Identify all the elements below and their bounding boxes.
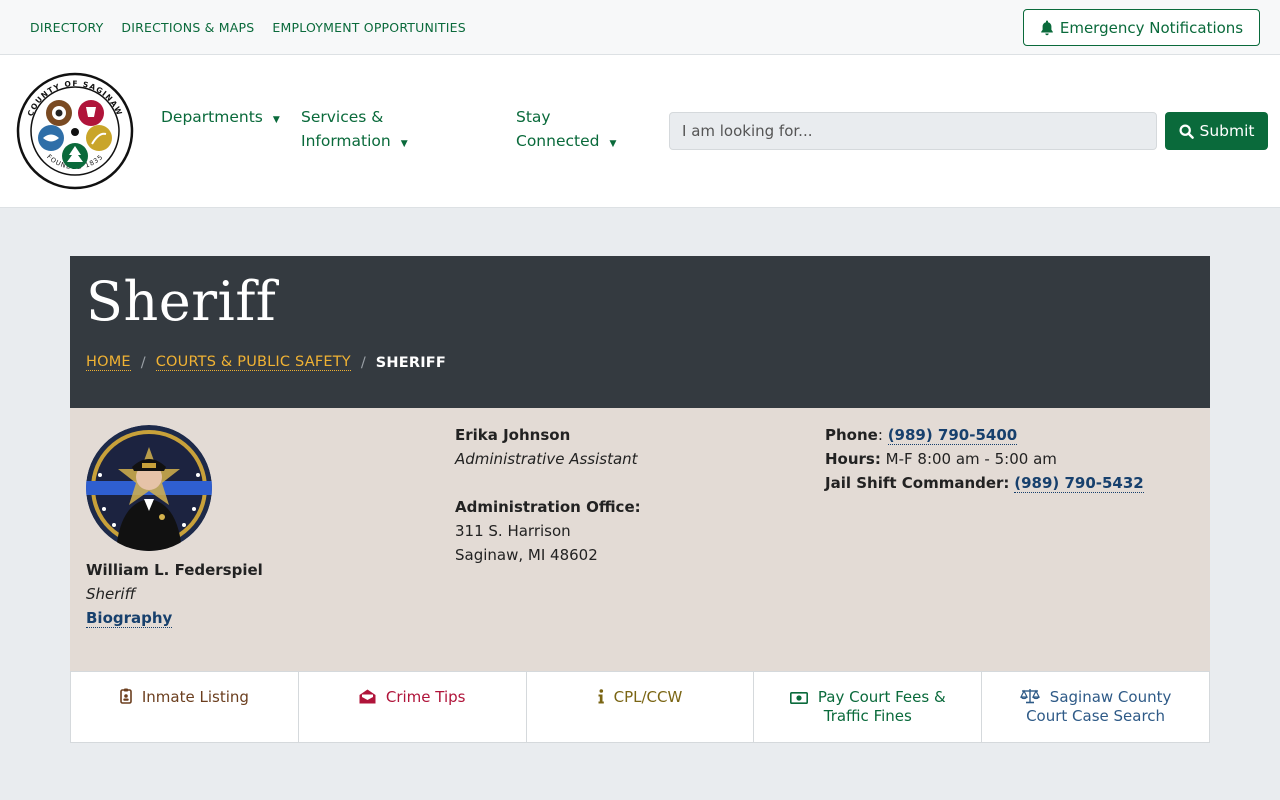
quick-links: Inmate Listing Crime Tips CPL/CCW Pay Co… <box>70 671 1210 743</box>
site-header: COUNTY OF SAGINAW FOUNDED 1835 Departmen… <box>0 55 1280 208</box>
sheriff-photo <box>86 425 212 551</box>
search-input[interactable] <box>669 112 1157 150</box>
employment-link[interactable]: EMPLOYMENT OPPORTUNITIES <box>272 20 465 35</box>
breadcrumb-courts-public-safety[interactable]: COURTS & PUBLIC SAFETY <box>155 354 351 371</box>
tile-court-case-search-label-line2: Court Case Search <box>1026 707 1166 725</box>
bell-icon <box>1041 20 1053 35</box>
emergency-label: Emergency Notifications <box>1059 18 1244 37</box>
tile-pay-court-fees-label-line2: Traffic Fines <box>823 707 912 725</box>
nav-services-line2: Information <box>301 132 391 150</box>
department-info-panel: William L. Federspiel Sheriff Biography … <box>70 408 1210 672</box>
directions-maps-link[interactable]: DIRECTIONS & MAPS <box>121 20 254 35</box>
submit-label: Submit <box>1199 122 1255 140</box>
phone-row: Phone: (989) 790-5400 <box>825 423 1018 447</box>
page-title: Sheriff <box>86 270 277 333</box>
breadcrumb-home[interactable]: HOME <box>86 354 131 371</box>
nav-services-line1: Services & <box>301 108 384 126</box>
info-icon <box>598 689 604 704</box>
balance-scale-icon <box>1019 689 1040 704</box>
nav-stay-line2: Connected <box>516 132 600 150</box>
assistant-title: Administrative Assistant <box>455 450 638 468</box>
phone-colon: : <box>877 426 883 444</box>
nav-services-information[interactable]: Services & Information ▼ <box>301 105 408 156</box>
search-icon <box>1178 123 1194 139</box>
tile-crime-tips-label: Crime Tips <box>385 688 466 706</box>
caret-down-icon: ▼ <box>400 139 408 149</box>
tile-pay-court-fees-label-line1: Pay Court Fees & <box>817 688 946 706</box>
nav-stay-line1: Stay <box>516 108 551 126</box>
sheriff-title: Sheriff <box>86 585 136 603</box>
office-label: Administration Office: <box>455 498 641 516</box>
breadcrumb-separator: / <box>140 354 146 371</box>
tile-cpl-ccw-label: CPL/CCW <box>613 688 683 706</box>
nav-departments-label: Departments <box>161 108 263 126</box>
breadcrumb-separator: / <box>360 354 366 371</box>
breadcrumb-current: SHERIFF <box>375 354 447 371</box>
directory-link[interactable]: DIRECTORY <box>30 20 103 35</box>
tile-court-case-search[interactable]: Saginaw County Court Case Search <box>981 671 1210 743</box>
envelope-open-icon <box>359 689 376 704</box>
jail-commander-phone-link[interactable]: (989) 790-5432 <box>1014 474 1144 493</box>
money-bill-icon <box>789 692 808 704</box>
tile-cpl-ccw[interactable]: CPL/CCW <box>525 671 755 743</box>
id-badge-icon <box>120 688 132 704</box>
tile-inmate-listing[interactable]: Inmate Listing <box>70 671 299 743</box>
tile-crime-tips[interactable]: Crime Tips <box>297 671 527 743</box>
caret-down-icon: ▼ <box>609 139 617 149</box>
office-address-line1: 311 S. Harrison <box>455 522 571 540</box>
biography-link[interactable]: Biography <box>86 609 173 628</box>
assistant-name: Erika Johnson <box>455 426 571 444</box>
hours-label: Hours: <box>825 450 881 468</box>
nav-departments[interactable]: Departments ▼ <box>161 105 280 132</box>
caret-down-icon: ▼ <box>272 115 280 125</box>
hours-row: Hours: M-F 8:00 am - 5:00 am <box>825 447 1057 471</box>
county-seal-logo[interactable]: COUNTY OF SAGINAW FOUNDED 1835 <box>16 72 134 190</box>
search-submit-button[interactable]: Submit <box>1165 112 1268 150</box>
sheriff-name: William L. Federspiel <box>86 561 263 579</box>
office-address-line2: Saginaw, MI 48602 <box>455 546 598 564</box>
tile-inmate-listing-label: Inmate Listing <box>141 688 249 706</box>
nav-stay-connected[interactable]: Stay Connected ▼ <box>516 105 616 156</box>
phone-link[interactable]: (989) 790-5400 <box>887 426 1018 445</box>
page-hero: Sheriff HOME / COURTS & PUBLIC SAFETY / … <box>70 256 1210 408</box>
tile-pay-court-fees[interactable]: Pay Court Fees & Traffic Fines <box>753 671 983 743</box>
jail-commander-row: Jail Shift Commander: (989) 790-5432 <box>825 471 1144 495</box>
utility-links: DIRECTORY DIRECTIONS & MAPS EMPLOYMENT O… <box>30 20 466 35</box>
tile-court-case-search-label-line1: Saginaw County <box>1049 688 1172 706</box>
phone-label: Phone <box>825 426 878 444</box>
breadcrumb: HOME / COURTS & PUBLIC SAFETY / SHERIFF <box>86 354 446 371</box>
jail-commander-label: Jail Shift Commander: <box>825 474 1010 492</box>
hours-value: M-F 8:00 am - 5:00 am <box>885 450 1057 468</box>
emergency-notifications-button[interactable]: Emergency Notifications <box>1023 9 1260 46</box>
utility-bar: DIRECTORY DIRECTIONS & MAPS EMPLOYMENT O… <box>0 0 1280 55</box>
